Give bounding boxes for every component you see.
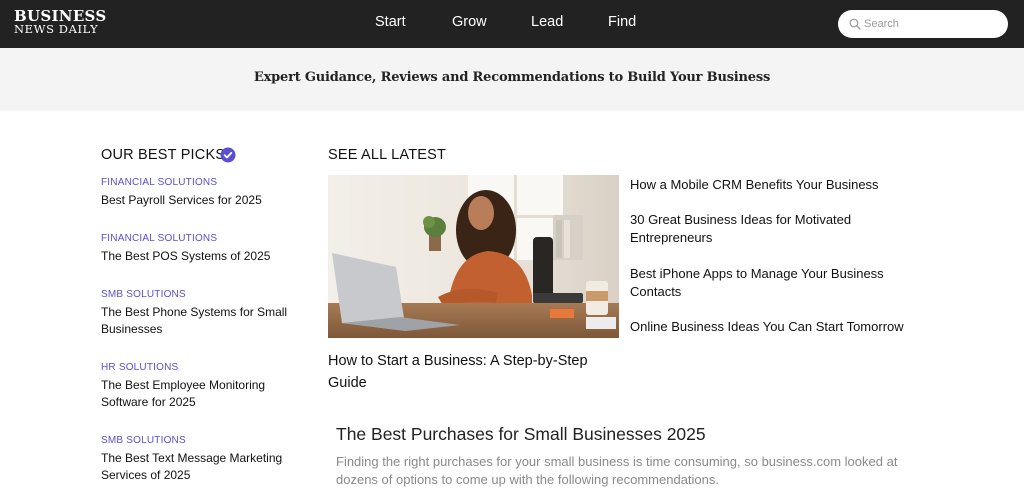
nav-start[interactable]: Start — [375, 14, 406, 30]
verified-check-icon — [220, 147, 236, 163]
site-tagline: Expert Guidance, Reviews and Recommendat… — [253, 70, 771, 85]
best-pick-item[interactable]: SMB SOLUTIONS The Best Phone Systems for… — [101, 289, 291, 338]
pick-category[interactable]: HR SOLUTIONS — [101, 362, 291, 374]
pick-category[interactable]: FINANCIAL SOLUTIONS — [101, 233, 291, 245]
search-icon — [849, 18, 861, 30]
best-pick-item[interactable]: HR SOLUTIONS The Best Employee Monitorin… — [101, 362, 291, 411]
latest-article-link[interactable]: 30 Great Business Ideas for Motivated En… — [630, 211, 920, 247]
tagline-band: Expert Guidance, Reviews and Recommendat… — [0, 48, 1024, 111]
best-pick-item[interactable]: FINANCIAL SOLUTIONS Best Payroll Service… — [101, 177, 291, 209]
pick-category[interactable]: FINANCIAL SOLUTIONS — [101, 177, 291, 189]
pick-category[interactable]: SMB SOLUTIONS — [101, 289, 291, 301]
pick-title[interactable]: The Best POS Systems of 2025 — [101, 248, 291, 265]
latest-article-link[interactable]: Online Business Ideas You Can Start Tomo… — [630, 318, 920, 336]
pick-category[interactable]: SMB SOLUTIONS — [101, 435, 291, 447]
nav-lead[interactable]: Lead — [531, 14, 563, 30]
search-box[interactable] — [838, 10, 1008, 38]
latest-article-link[interactable]: How a Mobile CRM Benefits Your Business — [630, 176, 920, 194]
best-pick-item[interactable]: FINANCIAL SOLUTIONS The Best POS Systems… — [101, 233, 291, 265]
best-pick-item[interactable]: SMB SOLUTIONS The Best Text Message Mark… — [101, 435, 291, 484]
featured-article-title[interactable]: How to Start a Business: A Step-by-Step … — [328, 350, 618, 394]
see-all-latest-link[interactable]: SEE ALL LATEST — [328, 147, 446, 163]
search-input[interactable] — [864, 14, 1000, 34]
best-purchases-heading: The Best Purchases for Small Businesses … — [336, 424, 706, 444]
best-picks-heading: OUR BEST PICKS — [101, 147, 226, 163]
pick-title[interactable]: The Best Text Message Marketing Services… — [101, 450, 291, 484]
nav-grow[interactable]: Grow — [452, 14, 487, 30]
featured-article-image[interactable] — [328, 175, 619, 338]
best-purchases-description: Finding the right purchases for your sma… — [336, 454, 898, 487]
pick-title[interactable]: The Best Employee Monitoring Software fo… — [101, 377, 291, 411]
nav-find[interactable]: Find — [608, 14, 636, 30]
pick-title[interactable]: Best Payroll Services for 2025 — [101, 192, 291, 209]
pick-title[interactable]: The Best Phone Systems for Small Busines… — [101, 304, 291, 338]
latest-article-link[interactable]: Best iPhone Apps to Manage Your Business… — [630, 265, 920, 301]
top-navigation-bar: BUSINESS NEWS DAILY Start Grow Lead Find — [0, 0, 1024, 48]
